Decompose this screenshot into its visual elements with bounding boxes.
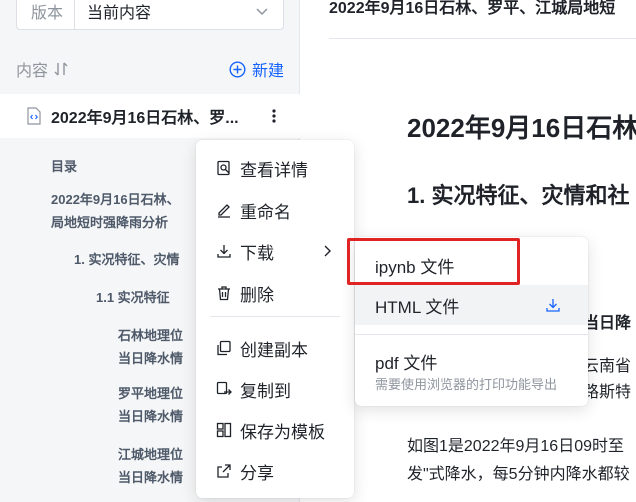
- document-title: 2022年9月16日石林: [407, 113, 636, 143]
- pencil-icon: [218, 204, 230, 218]
- menu-item-save-as-template[interactable]: 保存为模板: [196, 410, 354, 450]
- menu-item-view-details[interactable]: 查看详情: [196, 148, 354, 188]
- menu-divider: [210, 316, 340, 317]
- menu-item-copy-to[interactable]: 复制到: [196, 369, 354, 409]
- version-dropdown[interactable]: 当前内容: [75, 0, 283, 23]
- toc-item[interactable]: 当日降水情: [118, 348, 183, 370]
- menu-item-label: 重命名: [240, 202, 291, 222]
- submenu-divider: [355, 334, 588, 335]
- menu-item-download[interactable]: 下载: [196, 231, 354, 271]
- notebook-file-icon: [27, 107, 41, 125]
- sort-icon[interactable]: [54, 61, 68, 77]
- view-details-icon: [217, 160, 230, 176]
- duplicate-icon: [217, 340, 231, 356]
- download-html-option[interactable]: HTML 文件: [355, 285, 588, 325]
- download-ipynb-label: ipynb 文件: [375, 257, 455, 277]
- new-button-label: 新建: [251, 63, 284, 80]
- chevron-down-icon: [256, 8, 268, 16]
- subheading-fragment: 当日降: [583, 315, 632, 332]
- text-fragment: 云南省: [583, 358, 632, 375]
- download-pdf-label: pdf 文件: [375, 354, 438, 373]
- copy-to-icon: [216, 381, 232, 395]
- toc-item[interactable]: 石林地理位: [118, 325, 183, 347]
- download-submenu: ipynb 文件 HTML 文件 pdf 文件 需要使用浏览器的打印功能导出: [355, 237, 588, 406]
- text-fragment: 路斯特: [583, 384, 632, 401]
- menu-item-label: 创建副本: [240, 340, 308, 360]
- download-icon: [217, 245, 231, 258]
- file-item[interactable]: 2022年9月16日石林、罗...: [0, 94, 300, 138]
- menu-item-label: 复制到: [240, 381, 291, 401]
- menu-item-label: 下载: [240, 243, 274, 263]
- plus-circle-icon: [229, 60, 246, 78]
- trash-icon: [218, 286, 230, 301]
- version-label: 版本: [17, 0, 75, 29]
- header-divider: [329, 38, 636, 39]
- menu-item-duplicate[interactable]: 创建副本: [196, 328, 354, 368]
- content-header: 内容 新建: [16, 57, 284, 81]
- paragraph-line: 发"式降水，每5分钟内降水都较: [407, 466, 630, 483]
- document-header-title: 2022年9月16日石林、罗平、江城局地短: [329, 0, 616, 17]
- menu-item-label: 删除: [240, 285, 274, 305]
- toc-item[interactable]: 局地短时强降雨分析: [51, 212, 168, 234]
- toc-label: 目录: [51, 159, 78, 174]
- version-value: 当前内容: [87, 5, 152, 22]
- context-menu: 查看详情 重命名 下载 删除 创建副本 复制到 保存为模板 分享: [196, 140, 354, 498]
- menu-item-label: 分享: [240, 463, 274, 483]
- new-button[interactable]: 新建: [229, 57, 284, 81]
- file-title: 2022年9月16日石林、罗...: [51, 110, 239, 127]
- download-html-label: HTML 文件: [375, 297, 460, 317]
- menu-item-delete[interactable]: 删除: [196, 273, 354, 313]
- download-pdf-option[interactable]: pdf 文件 需要使用浏览器的打印功能导出: [355, 344, 588, 398]
- content-title: 内容: [16, 57, 68, 81]
- toc-item[interactable]: 当日降水情: [118, 406, 183, 428]
- share-icon: [217, 464, 231, 478]
- section-heading: 1. 实况特征、灾情和社: [407, 183, 630, 208]
- toc-item[interactable]: 江城地理位: [118, 444, 183, 466]
- download-ipynb-option[interactable]: ipynb 文件: [355, 245, 588, 285]
- toc-item[interactable]: 1. 实况特征、灾情: [74, 249, 179, 271]
- download-pdf-hint: 需要使用浏览器的打印功能导出: [375, 377, 558, 392]
- content-title-label: 内容: [16, 63, 49, 80]
- version-selector[interactable]: 版本 当前内容: [16, 0, 284, 30]
- more-vertical-icon[interactable]: [268, 106, 280, 126]
- paragraph-line: 如图1是2022年9月16日09时至: [407, 438, 624, 455]
- toc-item[interactable]: 1.1 实况特征: [96, 287, 170, 309]
- download-icon: [546, 299, 560, 312]
- toc-item[interactable]: 罗平地理位: [118, 383, 183, 405]
- menu-item-rename[interactable]: 重命名: [196, 190, 354, 230]
- menu-item-share[interactable]: 分享: [196, 451, 354, 491]
- chevron-right-icon: [324, 245, 331, 257]
- menu-item-label: 保存为模板: [240, 422, 325, 442]
- toc-item[interactable]: 2022年9月16日石林、: [51, 189, 180, 211]
- toc-item[interactable]: 当日降水情: [118, 467, 183, 489]
- template-icon: [216, 422, 232, 438]
- menu-item-label: 查看详情: [240, 160, 308, 180]
